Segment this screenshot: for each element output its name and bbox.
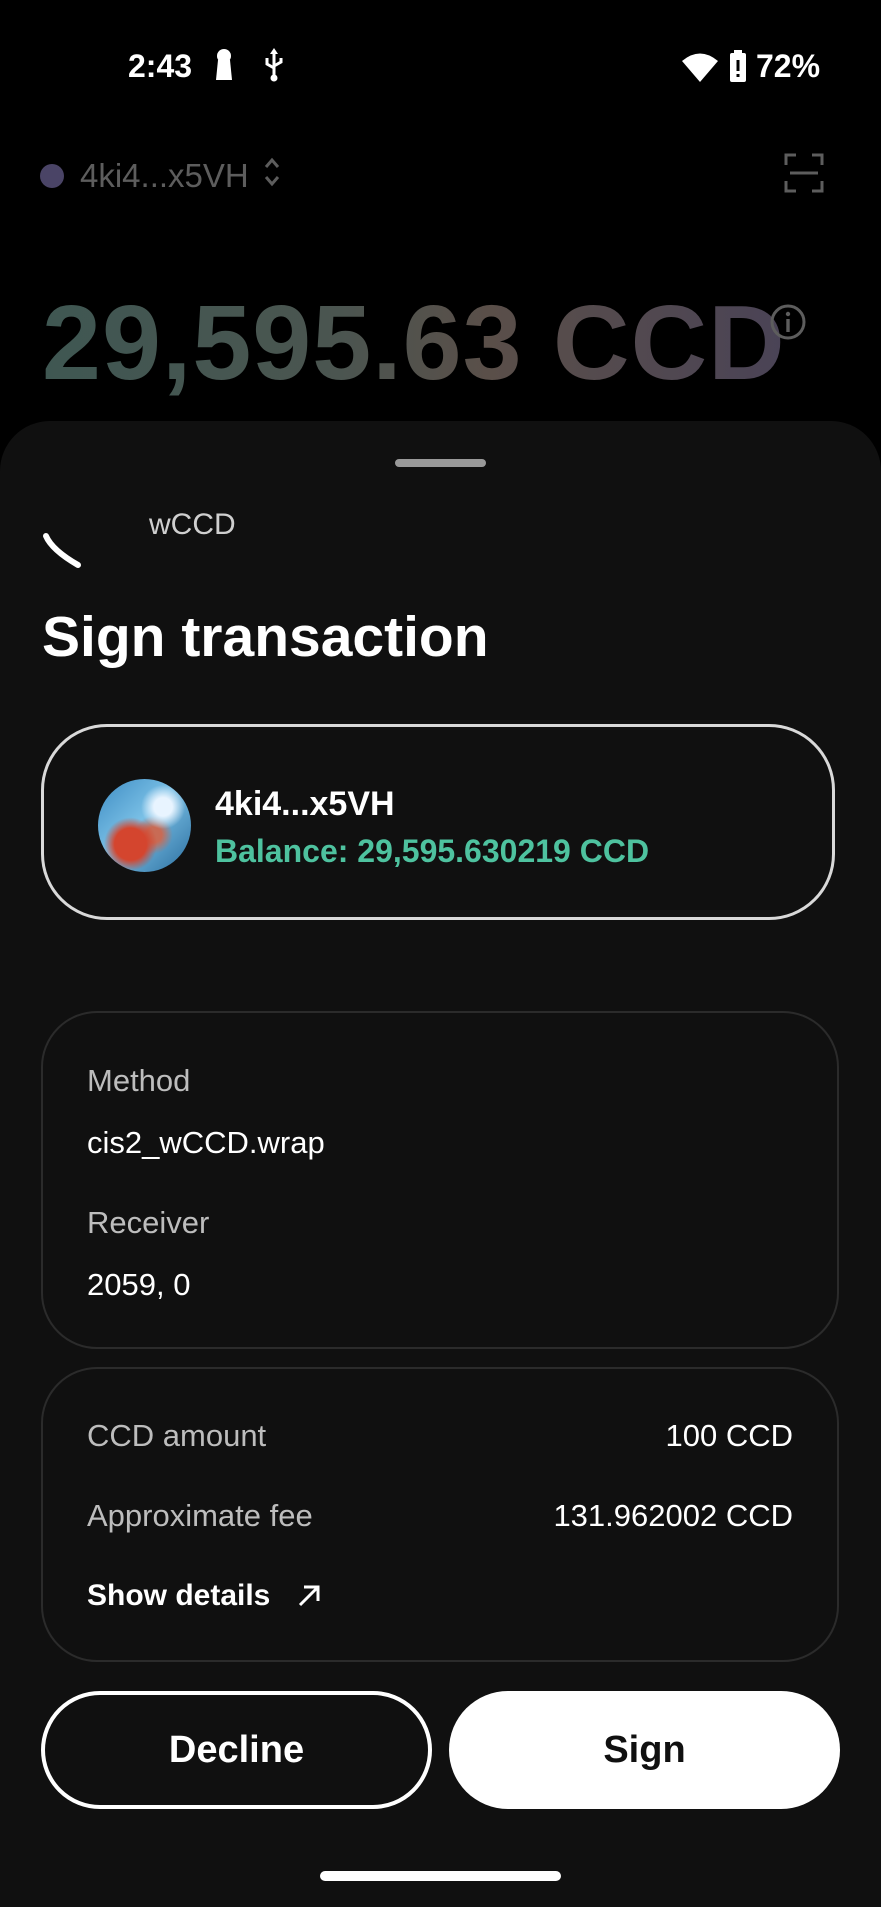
transaction-details-box: Method cis2_wCCD.wrap Receiver 2059, 0 [41,1011,839,1349]
page-title: Sign transaction [42,605,489,669]
status-bar: 2:43 72% [0,0,881,135]
battery-icon [729,50,747,87]
chevron-updown-icon [263,156,281,196]
receiver-label: Receiver [87,1205,210,1240]
account-selector[interactable]: 4ki4...x5VH [40,156,281,196]
home-indicator[interactable] [320,1871,561,1881]
ccd-amount-value: 100 CCD [665,1418,794,1453]
usb-icon [263,48,285,87]
dapp-name: wCCD [149,508,236,541]
key-icon [214,48,234,87]
account-card-name: 4ki4...x5VH [215,785,395,823]
account-name: 4ki4...x5VH [80,157,249,194]
account-card-balance: Balance: 29,595.630219 CCD [215,833,650,869]
receiver-value: 2059, 0 [87,1267,191,1302]
info-icon[interactable] [770,304,806,345]
method-value: cis2_wCCD.wrap [87,1125,325,1160]
battery-percent: 72% [756,48,821,84]
account-color-dot [40,164,64,188]
arrow-up-right-icon [299,1585,320,1607]
loading-arc-icon [40,528,90,583]
status-time: 2:43 [128,48,193,84]
ccd-amount-label: CCD amount [87,1418,267,1453]
wallet-balance: 29,595.63 CCD [42,284,786,402]
scan-icon[interactable] [784,153,824,198]
sheet-drag-handle[interactable] [395,459,486,467]
fee-label: Approximate fee [87,1498,313,1533]
wifi-icon [682,52,718,87]
fee-value: 131.962002 CCD [553,1498,793,1533]
amount-fee-box: CCD amount 100 CCD Approximate fee 131.9… [41,1367,839,1662]
sign-button[interactable]: Sign [449,1691,840,1809]
avatar [98,779,191,872]
method-label: Method [87,1063,191,1098]
account-card[interactable]: 4ki4...x5VH Balance: 29,595.630219 CCD [41,724,835,920]
show-details-label: Show details [87,1579,271,1612]
decline-button[interactable]: Decline [41,1691,432,1809]
show-details-link[interactable]: Show details [87,1579,322,1613]
